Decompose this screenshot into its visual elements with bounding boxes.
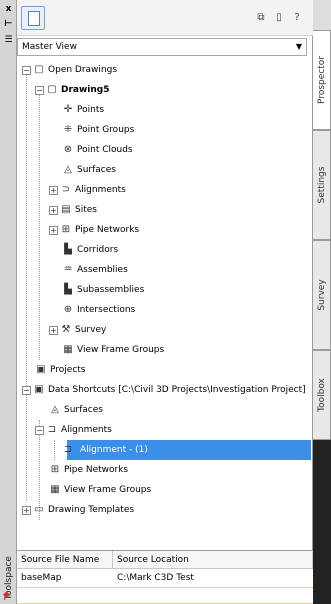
toolbar: ⧉ ▯ ? <box>17 0 313 36</box>
collapse-icon[interactable]: − <box>35 85 44 95</box>
tree-sites[interactable]: + ▤ Sites <box>49 200 97 220</box>
drawing-icon: ▢ <box>47 84 57 95</box>
surfaces-icon: ◬ <box>51 404 59 415</box>
point-groups-icon: ⁜ <box>63 124 73 135</box>
collapse-icon[interactable]: − <box>35 425 44 435</box>
prospector-panel: ⧉ ▯ ? Master View ▼ − ▢ Open Drawings − ▢ Dr… <box>17 0 313 604</box>
view-frame-groups-icon: ▦ <box>63 344 73 355</box>
expand-icon[interactable]: + <box>49 185 58 195</box>
item-view-toggle-icon[interactable] <box>21 6 45 30</box>
palette-tabs: Prospector Settings Survey Toolbox <box>313 0 331 604</box>
expand-icon[interactable]: + <box>49 225 58 235</box>
sites-icon: ▤ <box>61 204 71 215</box>
prospector-tree: − ▢ Open Drawings − ▢ Drawing5 ✛ Points ⁜ Poin… <box>17 60 313 536</box>
table-cell-source-location[interactable]: C:\Mark C3D Test <box>113 570 313 586</box>
survey-icon: ⚒ <box>61 324 71 335</box>
expand-icon[interactable]: + <box>22 505 31 515</box>
tree-intersections[interactable]: ⊕ Intersections <box>62 300 135 320</box>
tab-survey[interactable]: Survey <box>313 240 331 350</box>
points-icon: ✛ <box>63 104 73 115</box>
view-selector[interactable]: Master View ▼ <box>17 38 307 56</box>
tree-survey[interactable]: + ⚒ Survey <box>49 320 106 340</box>
help-icon[interactable]: ? <box>291 12 303 24</box>
point-clouds-icon: ⊗ <box>63 144 73 155</box>
tree-ds-pipe-networks[interactable]: ⊞ Pipe Networks <box>49 460 128 480</box>
tree-ds-surfaces[interactable]: ◬ Surfaces <box>49 400 103 420</box>
view-selector-value: Master View <box>22 42 77 52</box>
tree-projects[interactable]: ▣ Projects <box>35 360 85 380</box>
subassemblies-icon: ▙ <box>64 284 72 295</box>
drawing-templates-icon: ▭ <box>34 504 44 515</box>
table-cell-source-file[interactable]: baseMap <box>17 570 113 586</box>
tree-points[interactable]: ✛ Points <box>62 100 104 120</box>
civil3d-logo-icon: ◆ <box>3 590 10 600</box>
tree-point-clouds[interactable]: ⊗ Point Clouds <box>62 140 133 160</box>
tree-pipe-networks[interactable]: + ⊞ Pipe Networks <box>49 220 139 240</box>
assemblies-icon: ♒ <box>63 264 73 275</box>
close-icon[interactable]: x <box>2 3 15 15</box>
tree-ds-view-frame-groups[interactable]: ▦ View Frame Groups <box>49 480 151 500</box>
tree-ds-alignments[interactable]: − ⊐ Alignments <box>35 420 112 440</box>
pipe-networks-icon: ⊞ <box>50 464 60 475</box>
tree-drawing-templates[interactable]: + ▭ Drawing Templates <box>22 500 134 520</box>
collapse-icon[interactable]: − <box>22 65 31 75</box>
pipe-networks-icon: ⊞ <box>61 224 71 235</box>
column-header-source-file[interactable]: Source File Name <box>17 551 113 569</box>
column-header-source-location[interactable]: Source Location <box>113 551 313 569</box>
chevron-down-icon[interactable]: ▼ <box>296 42 302 51</box>
tab-toolbox[interactable]: Toolbox <box>313 350 331 440</box>
view-frame-groups-icon: ▦ <box>50 484 60 495</box>
alignments-icon: ⊐ <box>47 424 57 435</box>
drawing-set-icon: ▢ <box>34 64 44 75</box>
tree-point-groups[interactable]: ⁜ Point Groups <box>62 120 135 140</box>
tree-subassemblies[interactable]: ▙ Subassemblies <box>62 280 144 300</box>
collapse-icon[interactable]: − <box>22 385 31 395</box>
list-view-icon[interactable]: ▯ <box>273 12 285 24</box>
tree-assemblies[interactable]: ♒ Assemblies <box>62 260 128 280</box>
preview-icon[interactable]: ⧉ <box>255 12 267 24</box>
tree-ds-alignment-item[interactable]: ⊐ Alignment - (1) <box>62 440 151 460</box>
corridors-icon: ▙ <box>64 244 72 255</box>
tab-settings[interactable]: Settings <box>313 130 331 240</box>
tab-prospector[interactable]: Prospector <box>313 30 331 130</box>
intersections-icon: ⊕ <box>63 304 73 315</box>
tree-drawing[interactable]: − ▢ Drawing5 <box>35 80 110 100</box>
expand-icon[interactable]: + <box>49 205 58 215</box>
tab-strip-background <box>313 440 331 604</box>
projects-icon: ▣ <box>36 364 46 375</box>
alignment-icon: ⊐ <box>63 444 73 455</box>
tree-view-frame-groups[interactable]: ▦ View Frame Groups <box>62 340 164 360</box>
surfaces-icon: ◬ <box>64 164 72 175</box>
tree-corridors[interactable]: ▙ Corridors <box>62 240 118 260</box>
palette-title-bar: x ⊢ ☰ Toolspace ◆ <box>0 0 17 604</box>
tree-surfaces[interactable]: ◬ Surfaces <box>62 160 116 180</box>
data-shortcut-detail-table: Source File Name Source Location baseMap… <box>17 550 313 604</box>
auto-hide-icon[interactable]: ⊢ <box>2 18 15 30</box>
properties-menu-icon[interactable]: ☰ <box>2 34 15 46</box>
tree-alignments[interactable]: + ⊃ Alignments <box>49 180 126 200</box>
tree-open-drawings[interactable]: − ▢ Open Drawings <box>22 60 117 80</box>
expand-icon[interactable]: + <box>49 325 58 335</box>
data-shortcuts-icon: ▣ <box>34 384 44 395</box>
alignments-icon: ⊃ <box>61 184 71 195</box>
tree-data-shortcuts[interactable]: − ▣ Data Shortcuts [C:\Civil 3D Projects\I… <box>22 380 306 400</box>
